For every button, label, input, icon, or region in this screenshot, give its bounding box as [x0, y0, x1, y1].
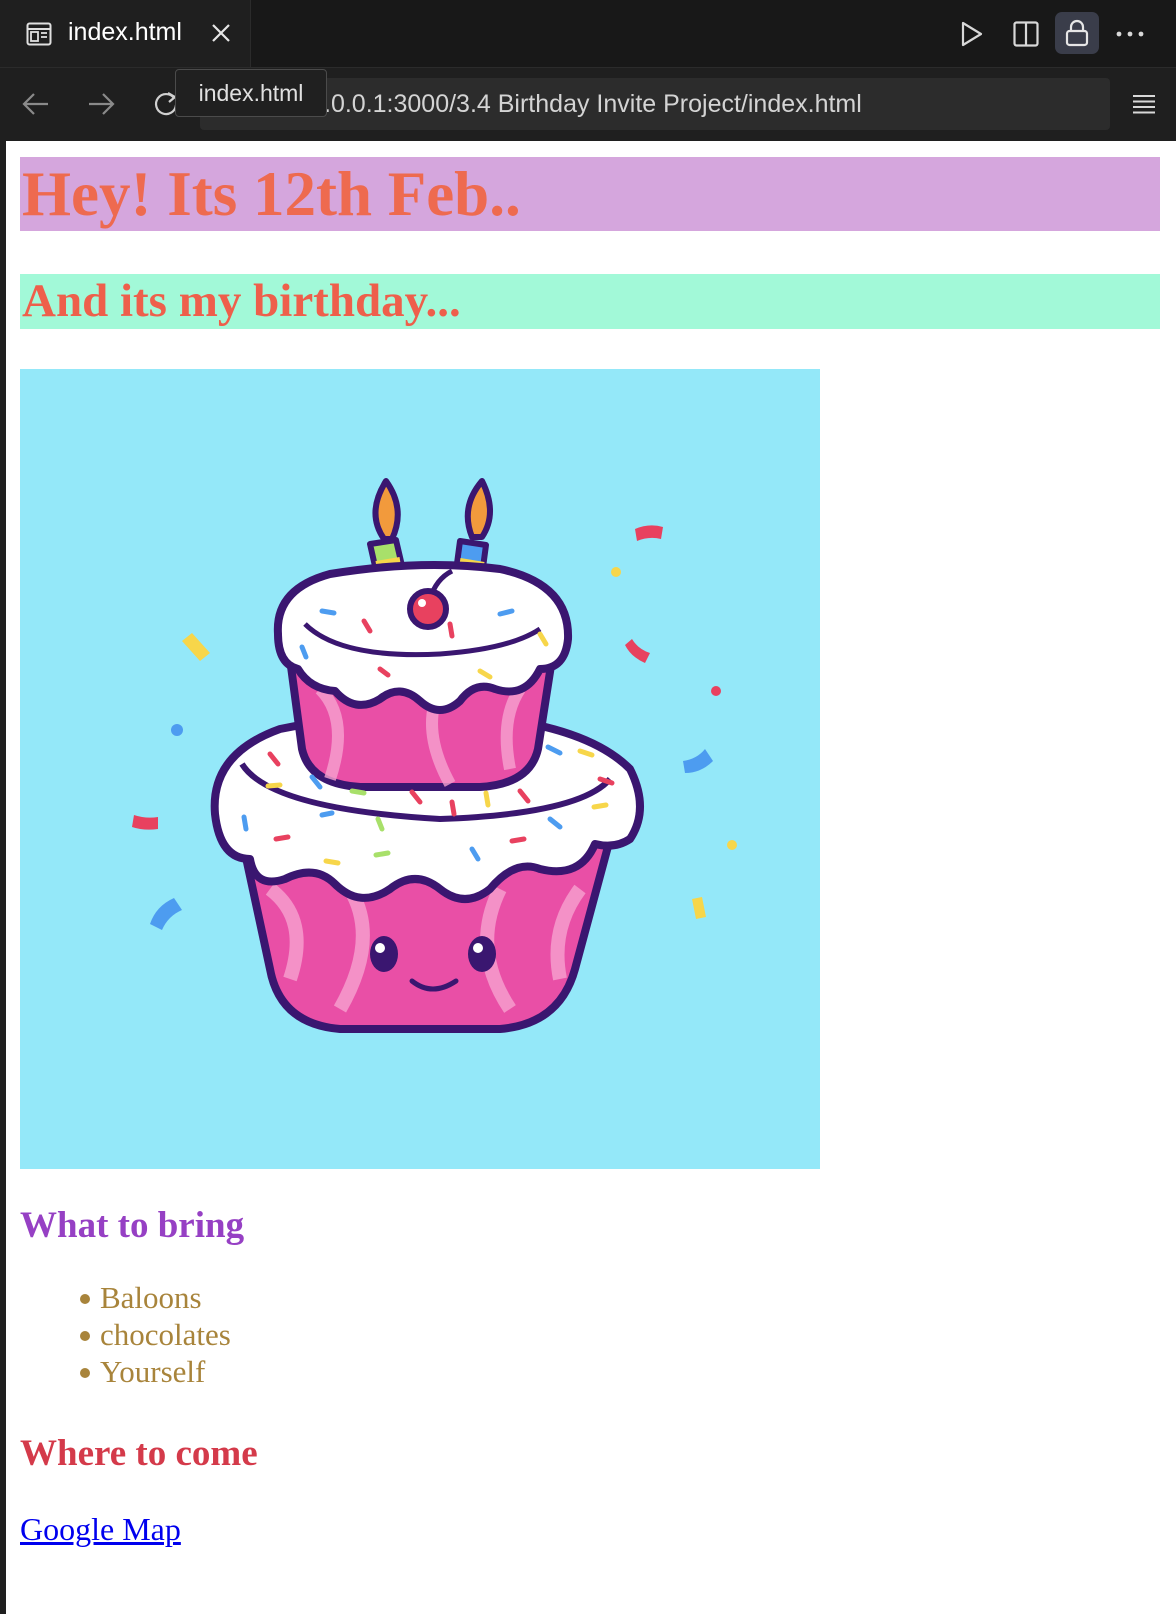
- tab-label: index.html: [68, 18, 182, 46]
- list-item: chocolates: [66, 1316, 231, 1353]
- tab-index-html[interactable]: index.html: [0, 0, 251, 67]
- bullet-icon: [80, 1294, 90, 1304]
- lock-icon[interactable]: [1055, 12, 1099, 54]
- split-editor-icon[interactable]: [1006, 14, 1046, 54]
- list-item: Yourself: [66, 1353, 231, 1390]
- menu-icon[interactable]: [1124, 84, 1164, 124]
- list-item: Baloons: [66, 1279, 231, 1316]
- close-icon[interactable]: [208, 20, 234, 46]
- run-icon[interactable]: [952, 14, 992, 54]
- bullet-icon: [80, 1331, 90, 1341]
- bring-list: Baloons chocolates Yourself: [66, 1279, 231, 1390]
- web-page: Hey! Its 12th Feb.. And its my birthday.…: [6, 141, 1176, 1614]
- tab-tooltip: index.html: [175, 69, 327, 117]
- google-map-link[interactable]: Google Map: [20, 1511, 181, 1548]
- address-bar[interactable]: .0.0.1:3000/3.4 Birthday Invite Project/…: [200, 78, 1110, 130]
- bullet-icon: [80, 1368, 90, 1378]
- preview-file-icon: [26, 22, 52, 46]
- what-to-bring-heading: What to bring: [20, 1205, 245, 1246]
- list-item-label: Baloons: [100, 1280, 202, 1315]
- more-icon[interactable]: [1110, 14, 1150, 54]
- where-to-come-heading: Where to come: [20, 1433, 258, 1474]
- page-heading-2: And its my birthday...: [20, 274, 1160, 329]
- forward-arrow-icon[interactable]: [81, 84, 121, 124]
- page-heading-1: Hey! Its 12th Feb..: [20, 157, 1160, 231]
- back-arrow-icon[interactable]: [16, 84, 56, 124]
- url-text: .0.0.1:3000/3.4 Birthday Invite Project/…: [324, 90, 862, 118]
- cake-image: [20, 369, 820, 1169]
- editor-tab-bar: index.html: [0, 0, 1176, 67]
- list-item-label: Yourself: [100, 1354, 206, 1389]
- list-item-label: chocolates: [100, 1317, 231, 1352]
